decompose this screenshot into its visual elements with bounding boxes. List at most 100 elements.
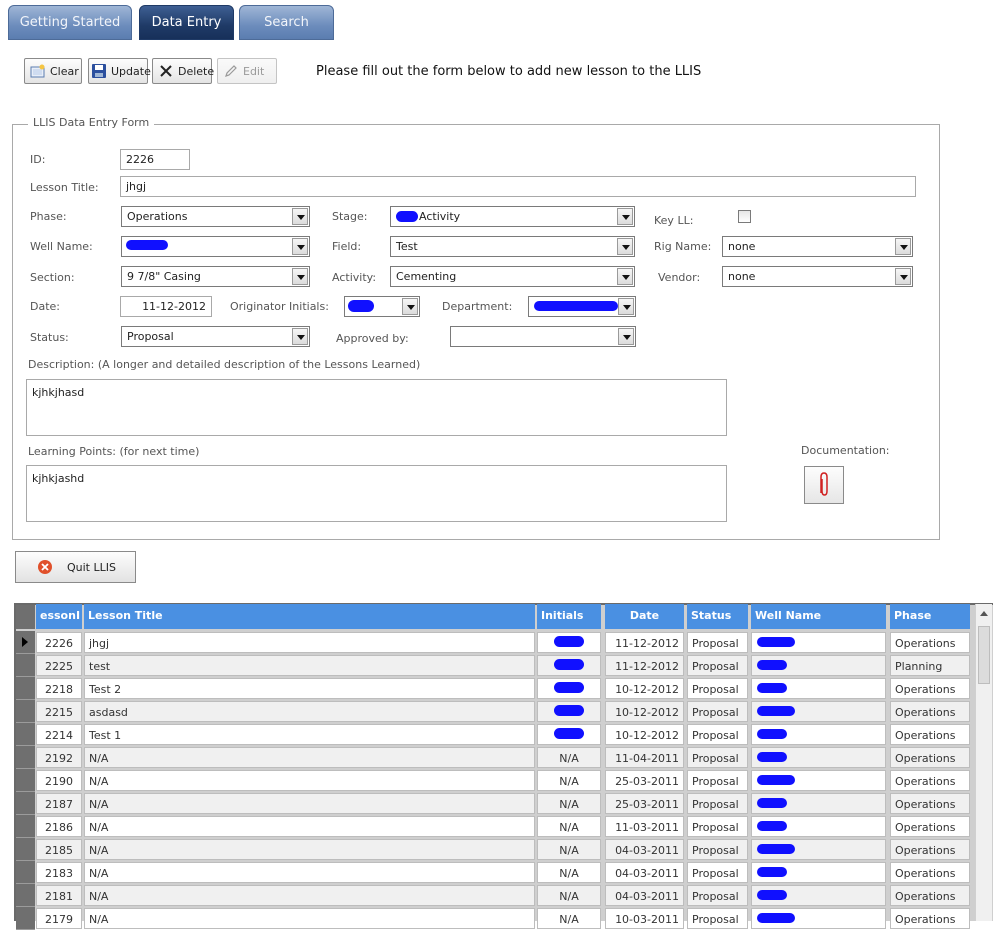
cell-date[interactable]: 10-12-2012 <box>605 724 684 745</box>
tab-search[interactable]: Search <box>239 5 334 40</box>
rig-name-select[interactable]: none <box>722 236 913 257</box>
update-button[interactable]: Update <box>88 58 151 84</box>
grid-scrollbar[interactable] <box>975 604 992 921</box>
cell-title[interactable]: test <box>84 655 535 676</box>
cell-status[interactable]: Proposal <box>687 724 748 745</box>
cell-title[interactable]: N/A <box>84 770 535 791</box>
lesson-title-field[interactable]: jhgj <box>120 176 916 197</box>
cell-title[interactable]: N/A <box>84 885 535 906</box>
cell-status[interactable]: Proposal <box>687 908 748 929</box>
cell-initials[interactable]: N/A <box>537 816 601 837</box>
cell-date[interactable]: 11-04-2011 <box>605 747 684 768</box>
column-header-well-name[interactable]: Well Name <box>751 604 886 629</box>
column-header-phase[interactable]: Phase <box>890 604 970 629</box>
cell-status[interactable]: Proposal <box>687 816 748 837</box>
cell-id[interactable]: 2179 <box>36 908 82 929</box>
cell-status[interactable]: Proposal <box>687 655 748 676</box>
chevron-down-icon[interactable] <box>292 328 308 345</box>
row-header[interactable] <box>16 907 35 930</box>
status-select[interactable]: Proposal <box>121 326 310 347</box>
cell-date[interactable]: 11-03-2011 <box>605 816 684 837</box>
date-field[interactable]: 11-12-2012 <box>120 296 212 317</box>
key-ll-checkbox[interactable] <box>738 210 751 223</box>
cell-id[interactable]: 2192 <box>36 747 82 768</box>
vendor-select[interactable]: none <box>722 266 913 287</box>
row-header[interactable] <box>16 861 35 884</box>
cell-phase[interactable]: Operations <box>890 862 970 883</box>
delete-button[interactable]: Delete <box>152 58 214 84</box>
column-header-initials[interactable]: Initials <box>537 604 601 629</box>
activity-select[interactable]: Cementing <box>390 266 635 287</box>
column-header-id[interactable]: essonI <box>36 604 82 629</box>
cell-id[interactable]: 2226 <box>36 632 82 653</box>
row-header[interactable] <box>16 884 35 907</box>
chevron-down-icon[interactable] <box>292 208 308 225</box>
field-select[interactable]: Test <box>390 236 635 257</box>
chevron-down-icon[interactable] <box>895 268 911 285</box>
learning-points-textarea[interactable]: kjhkjashd <box>26 465 727 522</box>
chevron-down-icon[interactable] <box>292 238 308 255</box>
cell-date[interactable]: 04-03-2011 <box>605 862 684 883</box>
cell-title[interactable]: N/A <box>84 862 535 883</box>
edit-button[interactable]: Edit <box>217 58 277 84</box>
cell-phase[interactable]: Operations <box>890 701 970 722</box>
cell-status[interactable]: Proposal <box>687 770 748 791</box>
cell-status[interactable]: Proposal <box>687 701 748 722</box>
cell-initials[interactable]: N/A <box>537 770 601 791</box>
cell-date[interactable]: 10-03-2011 <box>605 908 684 929</box>
row-header[interactable] <box>16 700 35 723</box>
cell-initials[interactable]: N/A <box>537 908 601 929</box>
chevron-down-icon[interactable] <box>617 208 633 225</box>
tab-data-entry[interactable]: Data Entry <box>139 5 234 40</box>
cell-phase[interactable]: Operations <box>890 747 970 768</box>
cell-initials[interactable]: N/A <box>537 839 601 860</box>
row-header[interactable] <box>16 746 35 769</box>
cell-id[interactable]: 2187 <box>36 793 82 814</box>
cell-title[interactable]: N/A <box>84 908 535 929</box>
cell-phase[interactable]: Operations <box>890 793 970 814</box>
cell-phase[interactable]: Operations <box>890 816 970 837</box>
phase-select[interactable]: Operations <box>121 206 310 227</box>
chevron-down-icon[interactable] <box>617 268 633 285</box>
cell-status[interactable]: Proposal <box>687 793 748 814</box>
cell-phase[interactable]: Operations <box>890 632 970 653</box>
cell-title[interactable]: jhgj <box>84 632 535 653</box>
row-header[interactable] <box>16 769 35 792</box>
cell-date[interactable]: 11-12-2012 <box>605 655 684 676</box>
scroll-up-icon[interactable] <box>976 604 992 624</box>
scroll-thumb[interactable] <box>978 626 990 684</box>
row-header[interactable] <box>16 677 35 700</box>
cell-title[interactable]: N/A <box>84 816 535 837</box>
cell-initials[interactable]: N/A <box>537 793 601 814</box>
cell-status[interactable]: Proposal <box>687 862 748 883</box>
quit-button[interactable]: Quit LLIS <box>15 551 136 583</box>
cell-date[interactable]: 10-12-2012 <box>605 701 684 722</box>
id-field[interactable]: 2226 <box>120 149 190 170</box>
cell-status[interactable]: Proposal <box>687 632 748 653</box>
cell-phase[interactable]: Operations <box>890 839 970 860</box>
cell-title[interactable]: N/A <box>84 793 535 814</box>
column-header-title[interactable]: Lesson Title <box>84 604 535 629</box>
documentation-button[interactable] <box>804 466 844 504</box>
cell-phase[interactable]: Planning <box>890 655 970 676</box>
chevron-down-icon[interactable] <box>617 238 633 255</box>
row-header[interactable] <box>16 815 35 838</box>
cell-id[interactable]: 2215 <box>36 701 82 722</box>
cell-id[interactable]: 2183 <box>36 862 82 883</box>
cell-phase[interactable]: Operations <box>890 885 970 906</box>
cell-id[interactable]: 2185 <box>36 839 82 860</box>
cell-phase[interactable]: Operations <box>890 678 970 699</box>
cell-date[interactable]: 04-03-2011 <box>605 839 684 860</box>
row-header[interactable] <box>16 838 35 861</box>
description-textarea[interactable]: kjhkjhasd <box>26 379 727 436</box>
cell-phase[interactable]: Operations <box>890 770 970 791</box>
cell-status[interactable]: Proposal <box>687 839 748 860</box>
cell-id[interactable]: 2190 <box>36 770 82 791</box>
cell-title[interactable]: Test 1 <box>84 724 535 745</box>
clear-button[interactable]: Clear <box>24 58 82 84</box>
cell-id[interactable]: 2218 <box>36 678 82 699</box>
row-header[interactable] <box>16 654 35 677</box>
row-header[interactable] <box>16 631 35 654</box>
cell-date[interactable]: 25-03-2011 <box>605 770 684 791</box>
cell-phase[interactable]: Operations <box>890 908 970 929</box>
